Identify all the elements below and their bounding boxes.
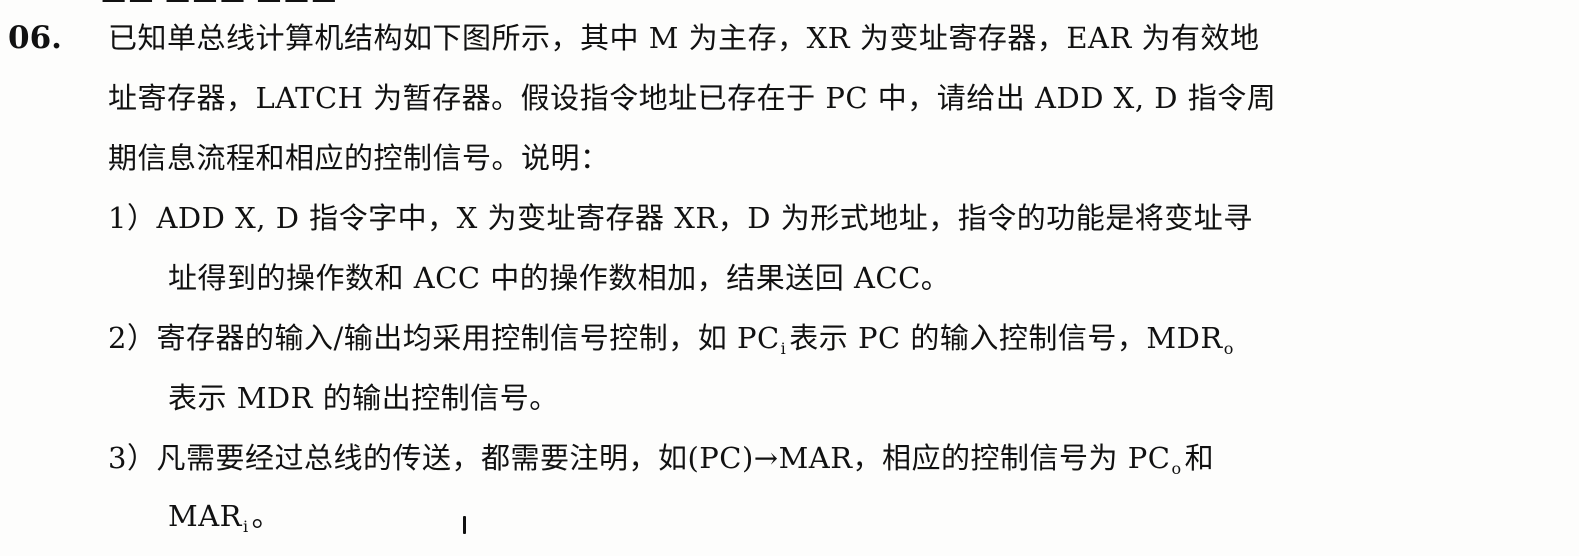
pen-mark [463,516,466,534]
subscript-o: o [1223,339,1234,358]
item-3-period: 。 [251,499,282,533]
subscript-i: i [242,517,249,536]
item-2-line-2: 表示 MDR 的输出控制信号。 [168,381,559,415]
item-3-mar: MAR [168,499,242,533]
intro-line-2: 址寄存器，LATCH 为暂存器。假设指令地址已存在于 PC 中，请给出 ADD … [108,81,1277,115]
item-1-line-2: 址得到的操作数和 ACC 中的操作数相加，结果送回 ACC。 [168,261,951,295]
subscript-i: i [780,339,787,358]
question-number: 06. [8,20,62,56]
item-3-line-2: MARi。 [168,496,281,547]
item-2-text-a: 2）寄存器的输入/输出均采用控制信号控制，如 PC [108,321,780,355]
intro-line-1: 已知单总线计算机结构如下图所示，其中 M 为主存，XR 为变址寄存器，EAR 为… [108,21,1260,55]
item-3-line-1: 3）凡需要经过总线的传送，都需要注明，如(PC)→MAR，相应的控制信号为 PC… [108,438,1214,489]
intro-line-3: 期信息流程和相应的控制信号。说明： [108,141,610,175]
item-3-text-b: 和 [1184,441,1215,475]
item-2-line-1: 2）寄存器的输入/输出均采用控制信号控制，如 PCi 表示 PC 的输入控制信号，… [108,318,1237,369]
subscript-o: o [1171,459,1182,478]
previous-line-fragment: ▬▬ ▬▬▬ ▬▬▬ [100,0,1400,2]
item-2-text-b: 表示 PC 的输入控制信号，MDR [789,321,1223,355]
item-1-line-1: 1）ADD X, D 指令字中，X 为变址寄存器 XR，D 为形式地址，指令的功… [108,201,1253,235]
item-3-text-a: 3）凡需要经过总线的传送，都需要注明，如(PC)→MAR，相应的控制信号为 PC [108,441,1171,475]
